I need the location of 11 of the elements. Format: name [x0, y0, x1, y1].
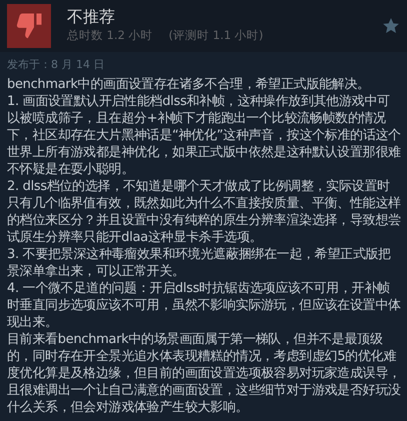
review-paragraph: 2. dlss档位的选择，不知道是哪个天才做成了比例调整，实际设置时只有几个临界值有效，既然如此为什么不直接按质量、平衡、性能这样的档位来区分？并且设置中没有纯粹的原生分辨率渲染选择，导致想尝试原生分辨率只能开dlaa这种显卡杀手选项。 — [7, 178, 402, 246]
review-paragraph: benchmark中的画面设置存在诸多不合理，希望正式版能解决。 — [7, 76, 371, 92]
review-verdict: 不推荐 — [67, 7, 116, 28]
award-star-icon[interactable] — [382, 17, 400, 35]
posted-date: 发布于：8 月 14 日 — [7, 57, 106, 73]
total-playtime: 总时数 1.2 小时 — [67, 27, 153, 44]
review-paragraph: 1. 画面设置默认开启性能档dlss和补帧，这种操作放到其他游戏中可以被喷成筛子，且在超分+补帧下才能跑出一个比较流畅帧数的情况下，社区却存在大片黑神话是“神优化”这种声音，按这个标准的话这个世界上所有游戏都是神优化，如果正式版中依然是这种默认设置那很难不怀疑是在耍小聪明。 — [7, 92, 402, 178]
review-paragraph: 3. 不要把景深这种毒瘤效果和环境光遮蔽捆绑在一起，希望正式版把景深单拿出来，可以正常开关。 — [7, 246, 392, 280]
review-paragraph: 4. 一个微不足道的问题：开启dlss时抗锯齿选项应该不可用，开补帧时垂直同步选项应该不可用，虽然不影响实际游玩，但应该在设置中体现出来。 — [7, 280, 402, 330]
review-paragraph: 目前来看benchmark中的场景画面属于第一梯队，但并不是最顶级的，同时存在开全景光追水体表现糟糕的情况，考虑到虚幻5的优化难度优化算是及格边缘，但目前的画面设置选项极容易对玩家造成误导，且很难调出一个让自己满意的画面设置，这些细节对于游戏是否好玩没什么关系，但会对游戏体验产生较大影响。 — [7, 330, 402, 416]
review-playtime: (评测时 1.1 小时) — [168, 27, 264, 44]
